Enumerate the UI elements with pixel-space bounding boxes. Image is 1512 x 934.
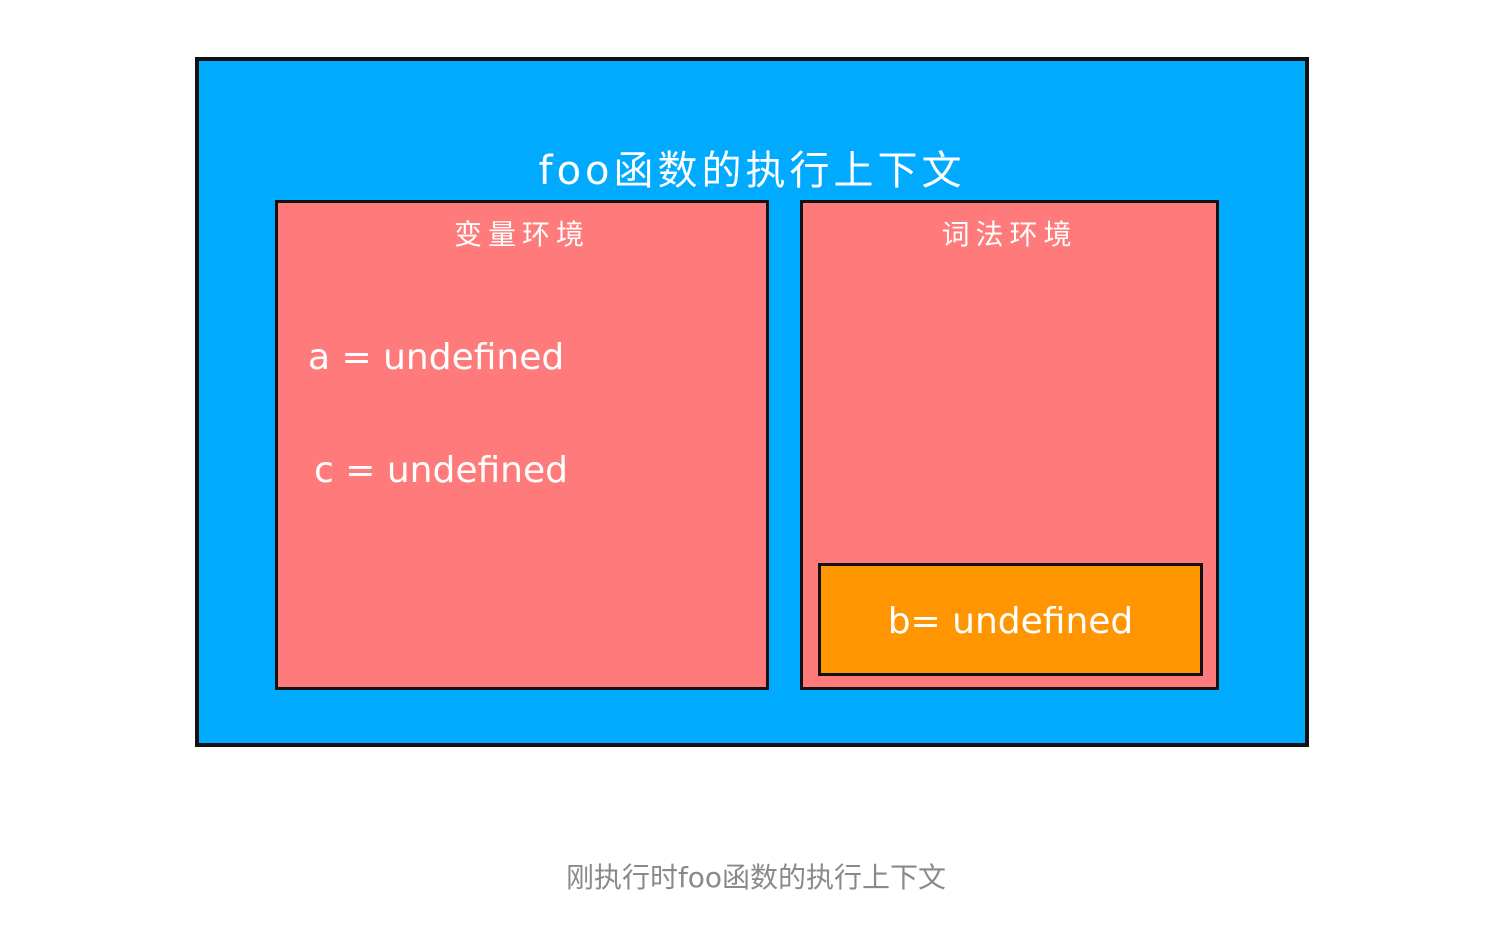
- variable-c-entry: c = undefined: [314, 450, 568, 491]
- variable-a-entry: a = undefined: [308, 337, 565, 378]
- figure-caption: 刚执行时foo函数的执行上下文: [565, 861, 947, 894]
- variable-environment-box: 变量环境 a = undefined c = undefined: [275, 200, 769, 690]
- page: foo函数的执行上下文 变量环境 a = undefined c = undef…: [0, 0, 1512, 934]
- variable-b-entry: b= undefined: [887, 601, 1134, 642]
- execution-context-title: foo函数的执行上下文: [538, 148, 966, 194]
- lexical-environment-box: 词法环境 b= undefined: [800, 200, 1219, 690]
- lexical-environment-title: 词法环境: [941, 218, 1078, 251]
- block-scope-box: b= undefined: [818, 563, 1203, 676]
- variable-environment-title: 变量环境: [453, 218, 590, 251]
